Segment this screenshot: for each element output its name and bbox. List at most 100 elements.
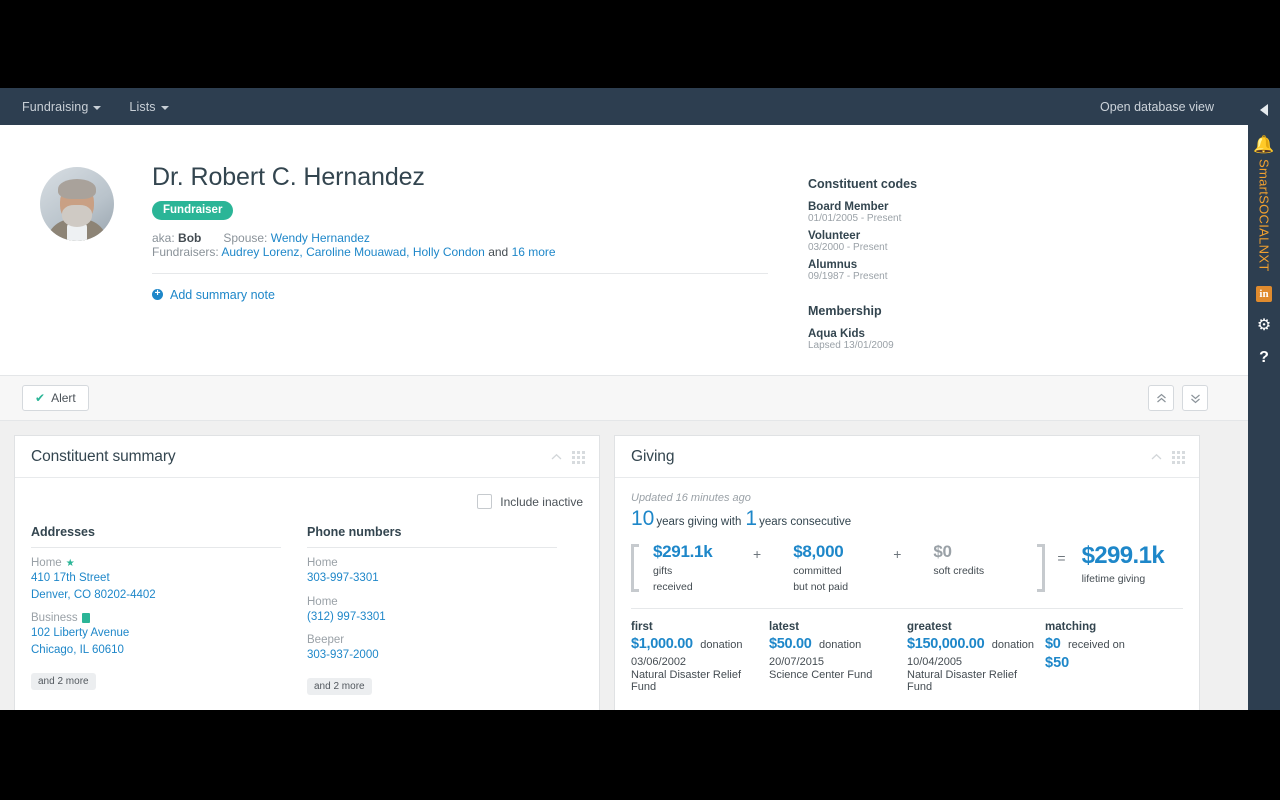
soft-credits-caption: soft credits bbox=[933, 565, 985, 577]
lifetime-giving-caption: lifetime giving bbox=[1081, 573, 1146, 585]
giving-equation: $291.1k gifts received + $8,000 committe… bbox=[631, 542, 1183, 610]
address-item: Home ★ 410 17th Street Denver, CO 80202-… bbox=[31, 557, 281, 603]
membership-name: Aqua Kids bbox=[808, 328, 865, 340]
expand-all-button[interactable] bbox=[1182, 385, 1208, 411]
aka-group: aka: Bob bbox=[152, 231, 201, 245]
phone-numbers-title: Phone numbers bbox=[307, 525, 557, 548]
double-chevron-down-icon bbox=[1190, 394, 1200, 403]
years-consecutive-label: years consecutive bbox=[759, 516, 852, 528]
address-line1[interactable]: 102 Liberty Avenue bbox=[31, 625, 281, 642]
latest-gift-fund: Science Center Fund bbox=[769, 669, 873, 682]
address-type-row: Home ★ bbox=[31, 557, 281, 569]
open-database-view-link[interactable]: Open database view bbox=[1100, 100, 1214, 114]
first-gift-label: first bbox=[631, 621, 653, 634]
aka-value: Bob bbox=[178, 230, 202, 245]
soft-credits-stat: $0 soft credits bbox=[919, 542, 1015, 594]
include-inactive-checkbox[interactable]: Include inactive bbox=[477, 494, 583, 509]
linkedin-icon[interactable]: in bbox=[1256, 285, 1272, 302]
gear-icon[interactable]: ⚙ bbox=[1257, 317, 1271, 334]
code-item: Board Member 01/01/2005 - Present bbox=[808, 201, 1208, 224]
fundraisers-more-link[interactable]: 16 more bbox=[512, 245, 556, 259]
first-gift-unit: donation bbox=[700, 639, 743, 652]
phone-number[interactable]: 303-997-3301 bbox=[307, 570, 557, 587]
matching-unit: received on bbox=[1067, 639, 1125, 652]
code-dates: 09/1987 - Present bbox=[808, 271, 888, 282]
collapse-all-button[interactable] bbox=[1148, 385, 1174, 411]
latest-gift-stat: latest $50.00 donation 20/07/2015 Scienc… bbox=[769, 621, 907, 693]
spouse-link[interactable]: Wendy Hernandez bbox=[271, 231, 370, 245]
profile-details: Dr. Robert C. Hernandez Fundraiser aka: … bbox=[152, 155, 808, 357]
address-item: Business 102 Liberty Avenue Chicago, IL … bbox=[31, 612, 281, 658]
constituent-summary-title: Constituent summary bbox=[31, 448, 176, 465]
nav-lists[interactable]: Lists bbox=[129, 99, 169, 114]
panel-grid-menu-icon[interactable] bbox=[1172, 450, 1185, 464]
first-gift-fund: Natural Disaster Relief Fund bbox=[631, 669, 742, 694]
phones-more-button[interactable]: and 2 more bbox=[307, 678, 372, 696]
greatest-gift-label: greatest bbox=[907, 621, 952, 634]
profile-meta: aka: Bob Spouse: Wendy Hernandez Fundrai… bbox=[152, 231, 808, 259]
addresses-title: Addresses bbox=[31, 525, 281, 548]
phone-type: Home bbox=[307, 595, 338, 608]
phone-type: Beeper bbox=[307, 634, 345, 647]
address-line2[interactable]: Chicago, IL 60610 bbox=[31, 642, 281, 659]
status-badge: Fundraiser bbox=[152, 200, 234, 220]
committed-caption-2: but not paid bbox=[793, 581, 849, 594]
latest-gift-amount: $50.00 bbox=[769, 636, 812, 653]
nav-lists-label: Lists bbox=[129, 99, 156, 114]
giving-body: Updated 16 minutes ago 10 years giving w… bbox=[615, 478, 1199, 710]
chevron-down-icon bbox=[93, 105, 102, 110]
years-giving-label: years giving with bbox=[656, 516, 742, 528]
double-chevron-up-icon bbox=[1156, 393, 1166, 402]
committed-caption-1: committed bbox=[793, 565, 842, 577]
alert-button[interactable]: ✔ Alert bbox=[22, 385, 89, 411]
code-name: Alumnus bbox=[808, 259, 858, 271]
page-title: Dr. Robert C. Hernandez bbox=[152, 163, 425, 191]
addresses-column: Addresses Home ★ 410 17th Street Denver,… bbox=[31, 525, 307, 695]
lifetime-giving-amount: $299.1k bbox=[1081, 542, 1165, 569]
constituent-summary-header: Constituent summary bbox=[15, 436, 599, 478]
panels-row: Constituent summary Include inactive Add… bbox=[0, 421, 1248, 710]
include-inactive-label: Include inactive bbox=[500, 494, 583, 509]
greatest-gift-amount: $150,000.00 bbox=[907, 636, 985, 653]
bracket-right bbox=[1037, 544, 1046, 593]
avatar-hair bbox=[58, 179, 96, 199]
primary-star-icon: ★ bbox=[65, 557, 75, 569]
giving-stats-row: first $1,000.00 donation 03/06/2002 Natu… bbox=[631, 609, 1183, 693]
collapse-rail-arrow-icon[interactable] bbox=[1260, 104, 1268, 116]
application-window: 🔔 SmartSOCIALNXT in ⚙ ? Fundraising List… bbox=[0, 88, 1280, 710]
committed-amount: $8,000 bbox=[793, 542, 844, 561]
address-type-row: Business bbox=[31, 612, 281, 624]
collapse-panel-chevron-up-icon[interactable] bbox=[1151, 448, 1162, 466]
add-summary-note-button[interactable]: + Add summary note bbox=[152, 288, 808, 302]
fundraisers-label: Fundraisers: bbox=[152, 244, 219, 259]
greatest-gift-value: $150,000.00 donation bbox=[907, 635, 1045, 653]
gifts-received-caption-1: gifts bbox=[653, 565, 673, 577]
checkbox-box[interactable] bbox=[477, 494, 493, 509]
greatest-gift-fund: Natural Disaster Relief Fund bbox=[907, 669, 1018, 694]
fundraisers-links[interactable]: Audrey Lorenz, Caroline Mouawad, Holly C… bbox=[221, 245, 484, 259]
membership-dates: Lapsed 13/01/2009 bbox=[808, 340, 894, 351]
latest-gift-label: latest bbox=[769, 621, 800, 634]
first-gift-value: $1,000.00 donation bbox=[631, 635, 769, 653]
fundraisers-and: and bbox=[488, 244, 509, 259]
greatest-gift-date: 10/04/2005 bbox=[907, 656, 963, 669]
constituent-summary-panel: Constituent summary Include inactive Add… bbox=[14, 435, 600, 710]
first-gift-date: 03/06/2002 bbox=[631, 656, 687, 669]
aka-label: aka: bbox=[152, 230, 175, 245]
nav-fundraising-label: Fundraising bbox=[22, 99, 89, 114]
notification-bell-icon[interactable]: 🔔 bbox=[1253, 136, 1274, 153]
nav-fundraising[interactable]: Fundraising bbox=[22, 99, 102, 114]
constituent-codes-section: Constituent codes Board Member 01/01/200… bbox=[808, 155, 1208, 357]
collapse-panel-chevron-up-icon[interactable] bbox=[551, 448, 562, 466]
phone-number[interactable]: 303-937-2000 bbox=[307, 647, 557, 664]
check-icon: ✔ bbox=[35, 391, 46, 405]
panel-grid-menu-icon[interactable] bbox=[572, 450, 585, 464]
address-line1[interactable]: 410 17th Street bbox=[31, 570, 281, 587]
code-dates: 01/01/2005 - Present bbox=[808, 213, 902, 224]
help-icon[interactable]: ? bbox=[1259, 349, 1269, 366]
address-line2[interactable]: Denver, CO 80202-4402 bbox=[31, 587, 281, 604]
addresses-more-button[interactable]: and 2 more bbox=[31, 672, 96, 690]
plus-operator-2: + bbox=[893, 546, 902, 562]
phone-number[interactable]: (312) 997-3301 bbox=[307, 609, 557, 626]
membership-title: Membership bbox=[808, 304, 882, 318]
